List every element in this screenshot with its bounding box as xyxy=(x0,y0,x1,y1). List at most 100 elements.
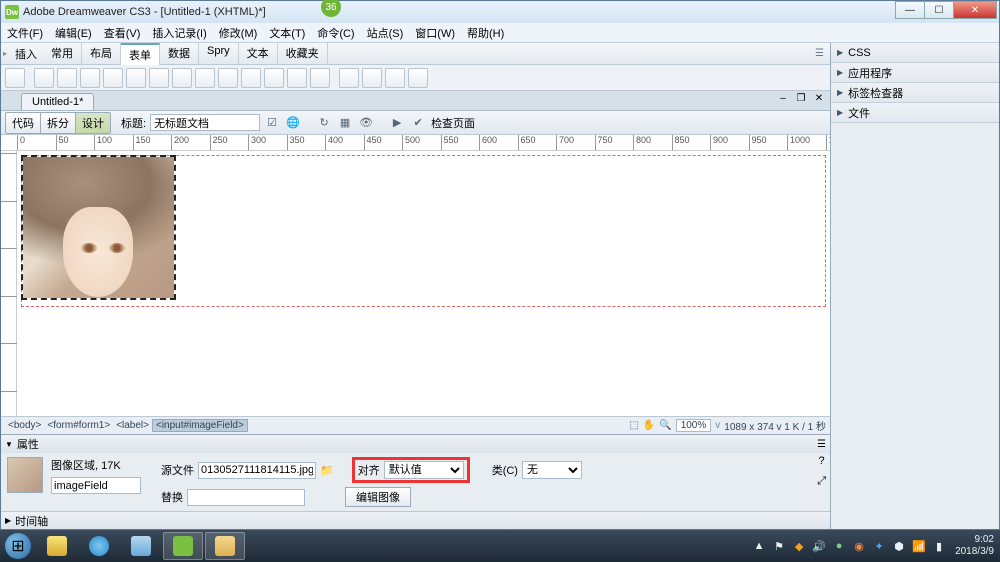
page-title-input[interactable] xyxy=(150,114,260,131)
list-icon[interactable] xyxy=(172,68,192,88)
tab-forms[interactable]: 表单 xyxy=(121,43,160,65)
menu-text[interactable]: 文本(T) xyxy=(269,25,305,41)
collapse-icon[interactable]: ▼ xyxy=(5,440,13,449)
split-view-button[interactable]: 拆分 xyxy=(41,113,76,133)
tray-app5-icon[interactable]: ▮ xyxy=(931,538,947,554)
menu-commands[interactable]: 命令(C) xyxy=(317,25,354,41)
panel-app[interactable]: ▶应用程序 xyxy=(831,63,999,83)
expand-icon[interactable]: ▶ xyxy=(5,516,11,525)
align-select[interactable]: 默认值 xyxy=(384,461,464,479)
spry-checkbox-icon[interactable] xyxy=(385,68,405,88)
alt-input[interactable] xyxy=(187,489,305,506)
design-canvas[interactable] xyxy=(17,151,830,416)
tag-body[interactable]: <body> xyxy=(5,420,44,431)
menu-file[interactable]: 文件(F) xyxy=(7,25,43,41)
task-paint[interactable] xyxy=(205,532,245,560)
jump-icon[interactable] xyxy=(195,68,215,88)
task-ie[interactable] xyxy=(79,532,119,560)
doc-minimize[interactable]: – xyxy=(776,93,790,104)
spry-select-icon[interactable] xyxy=(408,68,428,88)
start-button[interactable]: ⊞ xyxy=(0,530,36,562)
menu-help[interactable]: 帮助(H) xyxy=(467,25,504,41)
checkbox-icon[interactable] xyxy=(103,68,123,88)
image-field[interactable] xyxy=(21,155,176,300)
browser-icon[interactable]: 🌐 xyxy=(284,114,302,132)
tab-layout[interactable]: 布局 xyxy=(82,43,121,65)
clock[interactable]: 9:022018/3/9 xyxy=(955,534,994,558)
document-tab[interactable]: Untitled-1* xyxy=(21,93,94,110)
zoom-tool-icon[interactable]: 🔍 xyxy=(659,420,671,431)
radio-icon[interactable] xyxy=(126,68,146,88)
radiogroup-icon[interactable] xyxy=(149,68,169,88)
tray-app2-icon[interactable]: ✦ xyxy=(871,538,887,554)
tray-flag-icon[interactable]: ⚑ xyxy=(771,538,787,554)
visual-aids-icon[interactable]: ▶ xyxy=(388,114,406,132)
spry-text-icon[interactable] xyxy=(339,68,359,88)
tray-app4-icon[interactable]: 📶 xyxy=(911,538,927,554)
task-notes[interactable] xyxy=(121,532,161,560)
hand-tool-icon[interactable]: ✋ xyxy=(643,420,655,431)
tray-volume-icon[interactable]: 🔊 xyxy=(811,538,827,554)
doc-restore[interactable]: ❐ xyxy=(794,93,808,104)
menu-edit[interactable]: 编辑(E) xyxy=(55,25,92,41)
edit-image-button[interactable]: 编辑图像 xyxy=(345,487,411,507)
textfield-icon[interactable] xyxy=(34,68,54,88)
design-view-button[interactable]: 设计 xyxy=(76,113,110,133)
form-icon[interactable] xyxy=(5,68,25,88)
panel-css[interactable]: ▶CSS xyxy=(831,43,999,63)
preview-icon[interactable]: 👁 xyxy=(357,114,375,132)
zoom-select[interactable]: 100% xyxy=(676,419,712,432)
tag-form[interactable]: <form#form1> xyxy=(44,420,113,431)
tag-input[interactable]: <input#imageField> xyxy=(152,419,248,432)
window-size[interactable]: 1089 x 374 v 1 K / 1 秒 xyxy=(724,418,826,433)
tray-app1-icon[interactable]: ◉ xyxy=(851,538,867,554)
task-dreamweaver[interactable] xyxy=(163,532,203,560)
maximize-button[interactable]: ☐ xyxy=(924,1,954,19)
tab-common[interactable]: 常用 xyxy=(43,43,82,65)
tray-shield-icon[interactable]: ◆ xyxy=(791,538,807,554)
name-input[interactable] xyxy=(51,477,141,494)
insert-options-icon[interactable]: ☰ xyxy=(809,48,830,59)
minimize-button[interactable]: — xyxy=(895,1,925,19)
task-explorer[interactable] xyxy=(37,532,77,560)
class-select[interactable]: 无 xyxy=(522,461,582,479)
close-button[interactable]: ✕ xyxy=(953,1,997,19)
refresh-icon[interactable]: ↻ xyxy=(315,114,333,132)
doc-close[interactable]: ✕ xyxy=(812,93,826,104)
panel-menu-icon[interactable]: ☰ xyxy=(817,439,826,450)
tab-text[interactable]: 文本 xyxy=(239,43,278,65)
tag-label[interactable]: <label> xyxy=(113,420,152,431)
tab-spry[interactable]: Spry xyxy=(199,43,239,65)
timeline-panel[interactable]: ▶ 时间轴 xyxy=(1,511,830,529)
spry-textarea-icon[interactable] xyxy=(362,68,382,88)
hidden-icon[interactable] xyxy=(57,68,77,88)
tray-net-icon[interactable]: ● xyxy=(831,538,847,554)
tray-app3-icon[interactable]: ⬢ xyxy=(891,538,907,554)
src-input[interactable] xyxy=(198,462,316,479)
check-page-label[interactable]: 检查页面 xyxy=(431,115,475,131)
textarea-icon[interactable] xyxy=(80,68,100,88)
panel-tag-inspector[interactable]: ▶标签检查器 xyxy=(831,83,999,103)
validate-icon[interactable]: ☑ xyxy=(263,114,281,132)
menu-window[interactable]: 窗口(W) xyxy=(415,25,455,41)
tab-data[interactable]: 数据 xyxy=(160,43,199,65)
image-icon[interactable] xyxy=(218,68,238,88)
tray-up-icon[interactable]: ▲ xyxy=(751,538,767,554)
menu-site[interactable]: 站点(S) xyxy=(367,25,404,41)
select-tool-icon[interactable]: ⬚ xyxy=(629,420,638,431)
file-mgmt-icon[interactable]: ▦ xyxy=(336,114,354,132)
check-icon[interactable]: ✔ xyxy=(409,114,427,132)
tab-fav[interactable]: 收藏夹 xyxy=(278,43,328,65)
quick-tag-icon[interactable]: ⤢ xyxy=(817,475,826,488)
menu-modify[interactable]: 修改(M) xyxy=(219,25,258,41)
label-icon[interactable] xyxy=(287,68,307,88)
panel-files[interactable]: ▶文件 xyxy=(831,103,999,123)
file-icon[interactable] xyxy=(241,68,261,88)
fieldset-icon[interactable] xyxy=(310,68,330,88)
menu-insert[interactable]: 插入记录(I) xyxy=(152,25,206,41)
panel-handle[interactable]: ▸ xyxy=(1,49,9,58)
browse-icon[interactable]: 📁 xyxy=(320,464,334,477)
help-icon[interactable]: ? xyxy=(819,455,825,467)
code-view-button[interactable]: 代码 xyxy=(6,113,41,133)
button-icon[interactable] xyxy=(264,68,284,88)
